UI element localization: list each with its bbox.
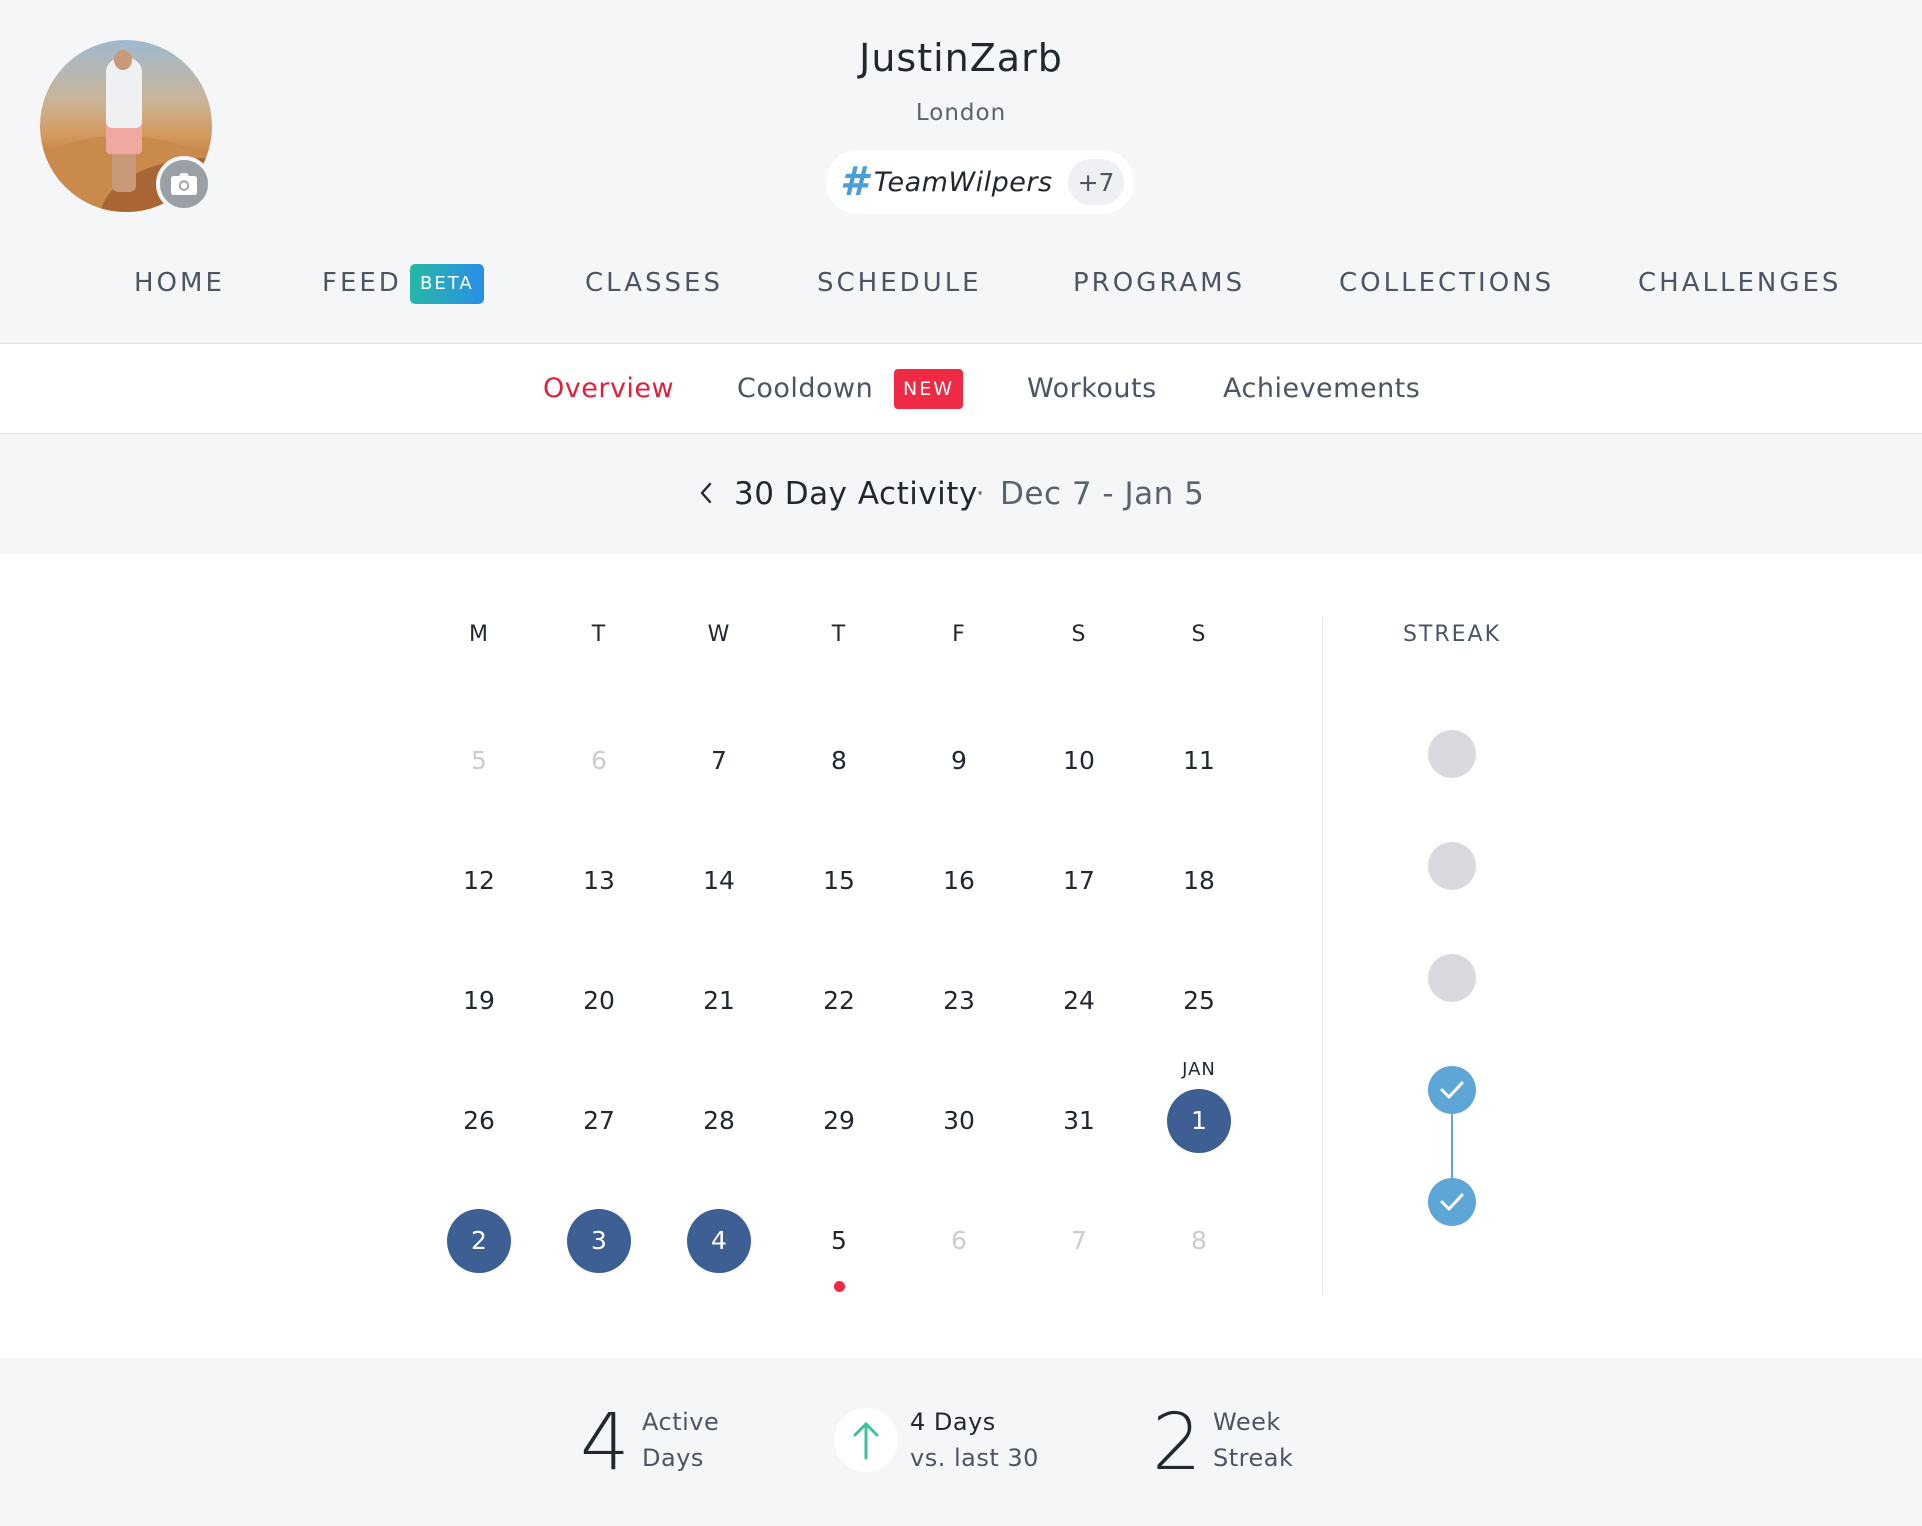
tab-overview[interactable]: Overview [543, 344, 674, 434]
main-nav: HOME FEED BETA CLASSES SCHEDULE PROGRAMS… [0, 258, 1922, 308]
streak-week-complete [1428, 1178, 1476, 1226]
profile-location: London [915, 100, 1007, 126]
calendar-day[interactable]: 14 [687, 849, 751, 913]
nav-classes[interactable]: CLASSES [585, 258, 723, 308]
calendar-day[interactable]: 31 [1047, 1089, 1111, 1153]
calendar-day-active[interactable]: 4 [687, 1209, 751, 1273]
tab-achievements[interactable]: Achievements [1223, 344, 1420, 434]
team-tag-pill[interactable]: # TeamWilpers +7 [826, 150, 1134, 214]
calendar-day[interactable]: 9 [927, 729, 991, 793]
weekday-header: S [1071, 622, 1087, 647]
new-badge: NEW [894, 369, 964, 409]
calendar-day[interactable]: 24 [1047, 969, 1111, 1033]
calendar-day[interactable]: 30 [927, 1089, 991, 1153]
calendar-day[interactable]: 16 [927, 849, 991, 913]
calendar-day[interactable]: 22 [807, 969, 871, 1033]
avatar-person-legs [112, 152, 136, 192]
calendar-day[interactable]: 8 [807, 729, 871, 793]
calendar-day-active[interactable]: 1 [1167, 1089, 1231, 1153]
activity-calendar: STREAK M T W T F S S 5 6 7 8 9 10 11 12 13 14 15 16 17 18 19 2… [0, 554, 1922, 1358]
calendar-day-today[interactable]: 5 [807, 1209, 871, 1273]
period-range: Dec 7 - Jan 5 [1000, 476, 1205, 512]
comparison-label-2: vs. last 30 [910, 1444, 1039, 1472]
streak-label: STREAK [1402, 622, 1502, 647]
calendar-day[interactable]: 12 [447, 849, 511, 913]
calendar-day[interactable]: 7 [687, 729, 751, 793]
change-photo-button[interactable] [156, 156, 212, 212]
calendar-day[interactable]: 17 [1047, 849, 1111, 913]
calendar-day[interactable]: 29 [807, 1089, 871, 1153]
calendar-day[interactable]: 20 [567, 969, 631, 1033]
calendar-day: 6 [951, 1226, 967, 1255]
active-days-label-2: Days [642, 1444, 704, 1472]
nav-challenges[interactable]: CHALLENGES [1638, 258, 1841, 308]
today-indicator [833, 1281, 845, 1292]
profile-header: JustinZarb London # TeamWilpers +7 HOME … [0, 0, 1922, 344]
nav-collections[interactable]: COLLECTIONS [1339, 258, 1554, 308]
calendar-day[interactable]: 25 [1167, 969, 1231, 1033]
profile-username: JustinZarb [859, 36, 1063, 80]
week-streak-label-2: Streak [1213, 1444, 1294, 1472]
trend-indicator [834, 1408, 898, 1472]
calendar-day[interactable]: 18 [1167, 849, 1231, 913]
calendar-day: 8 [1191, 1226, 1207, 1255]
streak-week-empty [1428, 842, 1476, 890]
beta-badge: BETA [410, 264, 484, 304]
calendar-day[interactable]: 23 [927, 969, 991, 1033]
calendar-day[interactable]: 13 [567, 849, 631, 913]
calendar-day: 5 [471, 746, 487, 775]
comparison-label-1: 4 Days [910, 1408, 996, 1436]
check-icon [1440, 1081, 1464, 1099]
weekday-header: W [707, 622, 731, 647]
check-icon [1440, 1193, 1464, 1211]
calendar-day[interactable]: 15 [807, 849, 871, 913]
streak-week-empty [1428, 730, 1476, 778]
nav-feed[interactable]: FEED [322, 258, 402, 308]
weekday-header: T [591, 622, 607, 647]
week-streak-label-1: Week [1213, 1408, 1281, 1436]
weekday-header: M [469, 622, 489, 647]
sub-nav: Overview Cooldown NEW Workouts Achieveme… [0, 344, 1922, 434]
month-label: JAN [1182, 1059, 1216, 1080]
week-streak-value: 2 [1152, 1398, 1202, 1488]
active-days-value: 4 [580, 1398, 630, 1488]
tab-cooldown[interactable]: Cooldown [737, 344, 873, 434]
chevron-left-icon[interactable] [696, 478, 716, 508]
arrow-up-icon [853, 1422, 879, 1460]
weekday-header: S [1191, 622, 1207, 647]
nav-schedule[interactable]: SCHEDULE [817, 258, 982, 308]
calendar-day-active[interactable]: 3 [567, 1209, 631, 1273]
team-tag-name: TeamWilpers [873, 166, 1053, 198]
active-days-label-1: Active [642, 1408, 720, 1436]
calendar-day[interactable]: 19 [447, 969, 511, 1033]
calendar-day[interactable]: 26 [447, 1089, 511, 1153]
calendar-day[interactable]: 27 [567, 1089, 631, 1153]
team-tag-count[interactable]: +7 [1068, 159, 1124, 205]
streak-week-empty [1428, 954, 1476, 1002]
calendar-day: 7 [1071, 1226, 1087, 1255]
period-separator: · [976, 479, 985, 509]
streak-week-complete [1428, 1066, 1476, 1114]
tab-workouts[interactable]: Workouts [1027, 344, 1157, 434]
weekday-header: F [952, 622, 966, 647]
nav-home[interactable]: HOME [134, 258, 225, 308]
calendar-day: 6 [591, 746, 607, 775]
calendar-day[interactable]: 21 [687, 969, 751, 1033]
calendar-day[interactable]: 10 [1047, 729, 1111, 793]
period-header: 30 Day Activity · Dec 7 - Jan 5 [0, 434, 1922, 554]
weekday-header: T [831, 622, 847, 647]
hashtag-icon: # [840, 159, 868, 205]
nav-programs[interactable]: PROGRAMS [1073, 258, 1245, 308]
avatar-person-shorts [106, 124, 142, 154]
period-title: 30 Day Activity [734, 476, 978, 512]
calendar-day-active[interactable]: 2 [447, 1209, 511, 1273]
stats-summary: 4 Active Days 4 Days vs. last 30 2 Week … [0, 1358, 1922, 1526]
camera-icon [171, 173, 197, 195]
calendar-day[interactable]: 28 [687, 1089, 751, 1153]
calendar-divider [1322, 618, 1323, 1294]
calendar-day[interactable]: 11 [1167, 729, 1231, 793]
